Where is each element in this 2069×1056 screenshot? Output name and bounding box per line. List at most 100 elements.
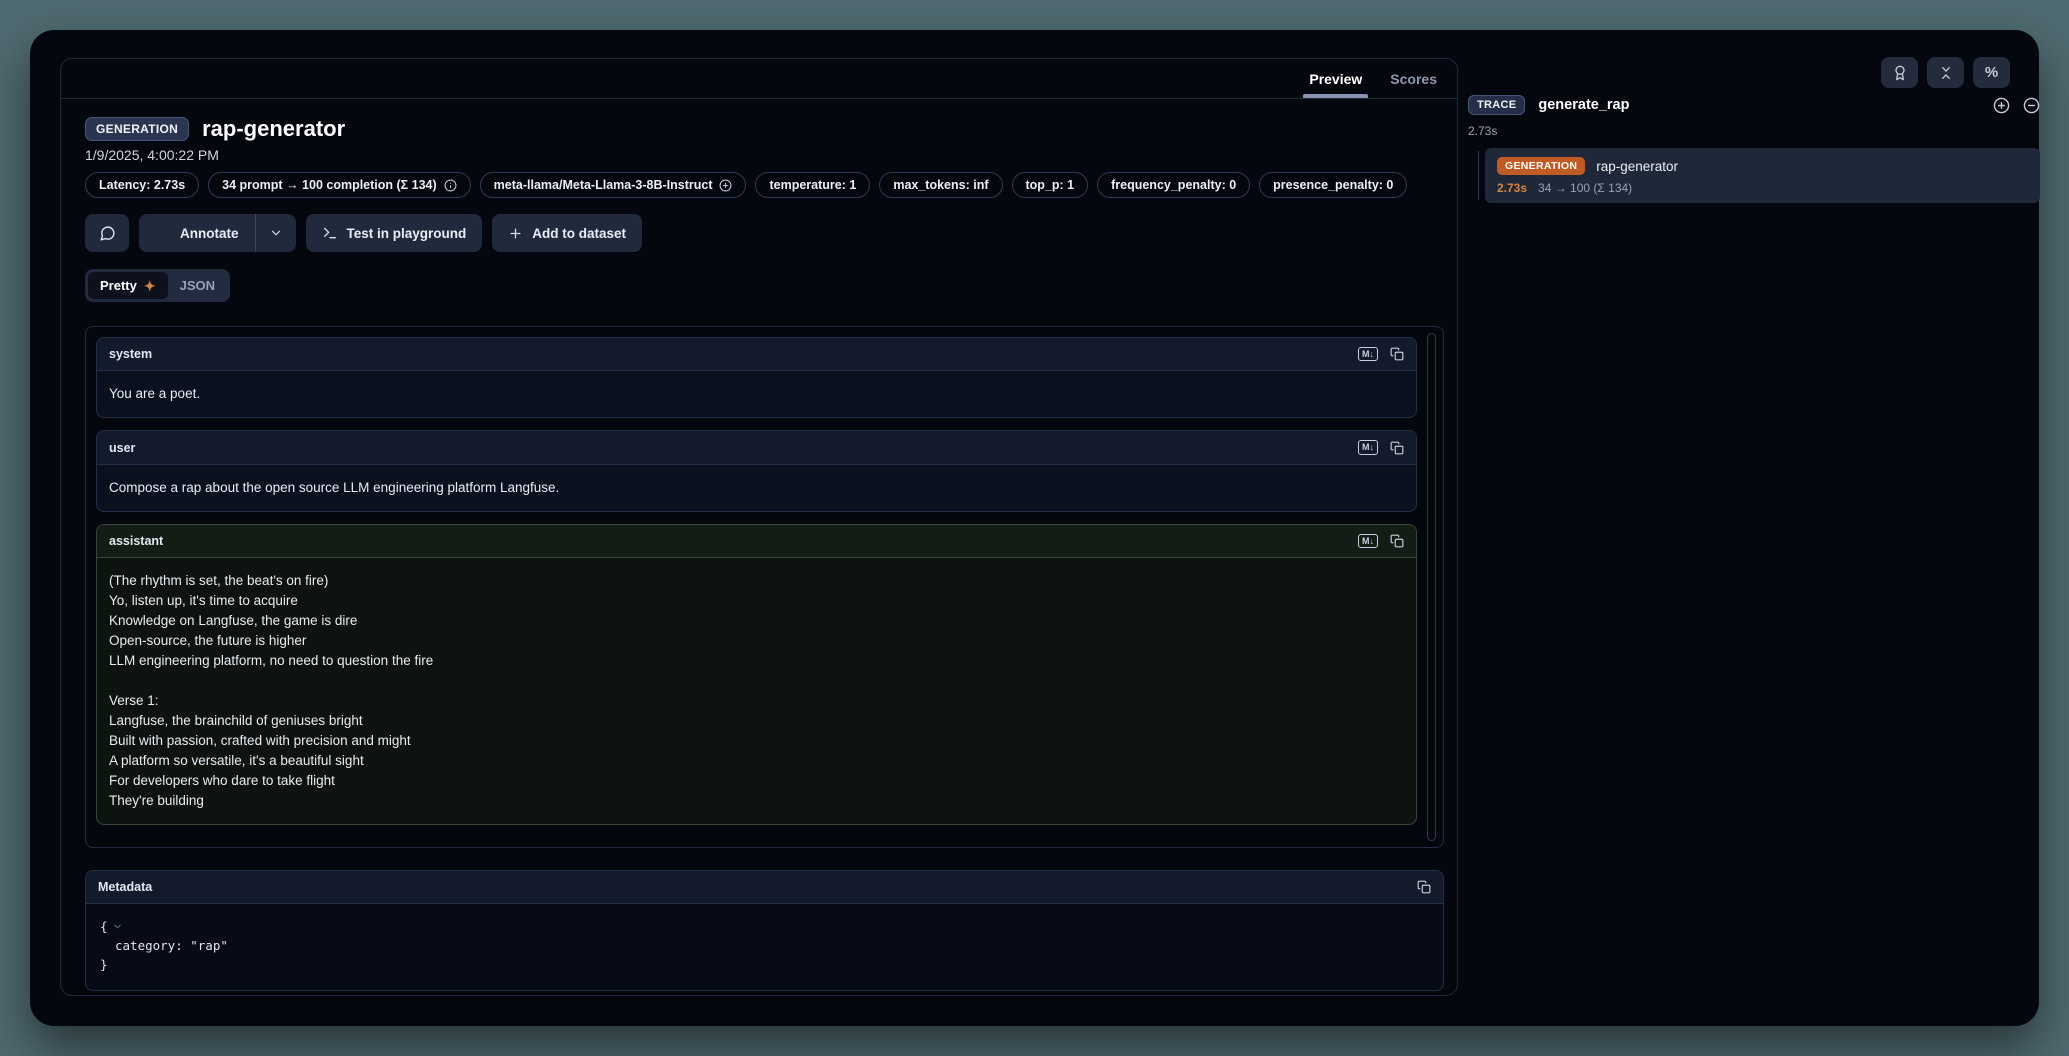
view-mode-toggle: Pretty ✦ JSON xyxy=(85,269,230,302)
user-message-header: user M↓ xyxy=(97,431,1416,464)
user-message-card: user M↓ Compose a rap about the open sou… xyxy=(96,430,1417,511)
json-open-brace: { xyxy=(100,917,108,936)
add-to-dataset-button[interactable]: Add to dataset xyxy=(492,214,642,252)
tree-item-name: rap-generator xyxy=(1596,159,1678,174)
plus-icon xyxy=(508,226,523,241)
observation-content: GENERATION rap-generator 1/9/2025, 4:00:… xyxy=(61,100,1457,995)
trace-tree: GENERATION rap-generator 2.73s 34 → 100 … xyxy=(1468,148,2040,203)
frequency-penalty-pill: frequency_penalty: 0 xyxy=(1097,172,1250,198)
json-open-brace-line: { xyxy=(100,917,1429,936)
copy-icon[interactable] xyxy=(1417,880,1431,894)
comment-icon xyxy=(99,225,116,242)
terminal-icon xyxy=(322,225,338,241)
metadata-json: { category: "rap" } xyxy=(86,904,1443,990)
annotate-button-label: Annotate xyxy=(180,226,239,241)
comment-button[interactable] xyxy=(85,214,129,252)
annotate-split-button: Annotate xyxy=(139,214,296,252)
sparkles-icon: ✦ xyxy=(144,279,156,293)
temperature-pill: temperature: 1 xyxy=(755,172,870,198)
title-row: GENERATION rap-generator xyxy=(85,116,1444,142)
metadata-header-icons xyxy=(1417,880,1431,894)
tab-scores[interactable]: Scores xyxy=(1390,59,1437,98)
tree-item-title-row: GENERATION rap-generator xyxy=(1497,157,2028,175)
toggle-pretty[interactable]: Pretty ✦ xyxy=(88,272,168,299)
tree-item-generation[interactable]: GENERATION rap-generator 2.73s 34 → 100 … xyxy=(1485,148,2040,203)
timestamp: 1/9/2025, 4:00:22 PM xyxy=(85,147,1444,163)
parameter-pills: Latency: 2.73s 34 prompt → 100 completio… xyxy=(85,172,1444,198)
presence-penalty-pill-label: presence_penalty: 0 xyxy=(1273,178,1393,192)
top-p-pill: top_p: 1 xyxy=(1012,172,1089,198)
markdown-toggle-icon[interactable]: M↓ xyxy=(1358,534,1378,548)
annotate-dropdown-button[interactable] xyxy=(256,214,296,252)
trace-type-badge: TRACE xyxy=(1468,95,1525,115)
app-window: Preview Scores GENERATION rap-generator … xyxy=(30,30,2039,1026)
json-close-brace-line: } xyxy=(100,955,1429,974)
tab-preview-label: Preview xyxy=(1309,71,1362,87)
message-header-icons: M↓ xyxy=(1358,534,1404,548)
latency-pill: Latency: 2.73s xyxy=(85,172,199,198)
add-to-dataset-label: Add to dataset xyxy=(532,226,626,241)
collapse-button[interactable] xyxy=(1927,57,1964,88)
page-title: rap-generator xyxy=(202,116,345,142)
chevrons-collapse-icon xyxy=(1938,65,1954,81)
plus-circle-icon[interactable] xyxy=(719,179,732,192)
assistant-message-header: assistant M↓ xyxy=(97,525,1416,558)
metadata-header: Metadata xyxy=(86,871,1443,904)
token-usage-pill-label: 34 prompt → 100 completion (Σ 134) xyxy=(222,178,437,192)
copy-icon[interactable] xyxy=(1390,441,1404,455)
message-header-icons: M↓ xyxy=(1358,347,1404,361)
action-buttons-row: Annotate Test in playground Add to datas… xyxy=(85,214,1444,252)
max-tokens-pill-label: max_tokens: inf xyxy=(893,178,988,192)
user-message-content: Compose a rap about the open source LLM … xyxy=(97,465,1416,511)
messages-scrollbar[interactable] xyxy=(1427,333,1436,841)
trace-name[interactable]: generate_rap xyxy=(1538,97,1980,113)
markdown-toggle-icon[interactable]: M↓ xyxy=(1358,440,1378,454)
tree-item-stats-row: 2.73s 34 → 100 (Σ 134) xyxy=(1497,181,2028,195)
tree-item-tokens: 34 → 100 (Σ 134) xyxy=(1538,181,1632,195)
top-p-pill-label: top_p: 1 xyxy=(1026,178,1075,192)
frequency-penalty-pill-label: frequency_penalty: 0 xyxy=(1111,178,1236,192)
annotate-button[interactable]: Annotate xyxy=(139,214,255,252)
system-message-header: system M↓ xyxy=(97,338,1416,371)
percent-button[interactable]: % xyxy=(1973,57,2010,88)
token-usage-pill: 34 prompt → 100 completion (Σ 134) xyxy=(208,172,471,198)
message-role-label: assistant xyxy=(109,534,1358,548)
metadata-title: Metadata xyxy=(98,880,1417,894)
tab-preview[interactable]: Preview xyxy=(1309,59,1362,98)
json-entry-line: category: "rap" xyxy=(100,936,1429,955)
trace-duration: 2.73s xyxy=(1468,124,2040,138)
copy-icon[interactable] xyxy=(1390,534,1404,548)
copy-icon[interactable] xyxy=(1390,347,1404,361)
tree-indent-guide xyxy=(1478,151,1479,200)
expand-all-icon[interactable] xyxy=(1993,97,2010,114)
award-icon xyxy=(1892,65,1908,81)
trace-header-row: TRACE generate_rap xyxy=(1468,95,2040,115)
presence-penalty-pill: presence_penalty: 0 xyxy=(1259,172,1407,198)
trace-tree-panel: TRACE generate_rap 2.73s GENERATION rap-… xyxy=(1468,95,2040,203)
observation-panel: Preview Scores GENERATION rap-generator … xyxy=(60,58,1458,996)
model-pill: meta-llama/Meta-Llama-3-8B-Instruct xyxy=(480,172,747,198)
award-button[interactable] xyxy=(1881,57,1918,88)
toggle-pretty-label: Pretty xyxy=(100,278,137,293)
toggle-json[interactable]: JSON xyxy=(168,272,227,299)
max-tokens-pill: max_tokens: inf xyxy=(879,172,1002,198)
percent-icon: % xyxy=(1985,64,1998,81)
generation-badge: GENERATION xyxy=(1497,157,1585,175)
test-in-playground-button[interactable]: Test in playground xyxy=(306,214,483,252)
square-pen-icon xyxy=(155,225,171,241)
model-pill-label: meta-llama/Meta-Llama-3-8B-Instruct xyxy=(494,178,713,192)
generation-type-badge: GENERATION xyxy=(85,117,189,141)
preview-scores-tabs: Preview Scores xyxy=(61,59,1457,99)
markdown-toggle-icon[interactable]: M↓ xyxy=(1358,347,1378,361)
window-controls: % xyxy=(1881,57,2010,88)
messages-container: system M↓ You are a poet. user M↓ xyxy=(85,326,1444,848)
collapse-all-icon[interactable] xyxy=(2023,97,2040,114)
collapse-chevron-icon[interactable] xyxy=(112,921,123,932)
latency-pill-label: Latency: 2.73s xyxy=(99,178,185,192)
system-message-card: system M↓ You are a poet. xyxy=(96,337,1417,418)
active-tab-underline xyxy=(1303,94,1368,98)
message-header-icons: M↓ xyxy=(1358,440,1404,454)
info-icon[interactable] xyxy=(444,179,457,192)
assistant-message-card: assistant M↓ (The rhythm is set, the bea… xyxy=(96,524,1417,825)
tree-item-duration: 2.73s xyxy=(1497,181,1527,195)
